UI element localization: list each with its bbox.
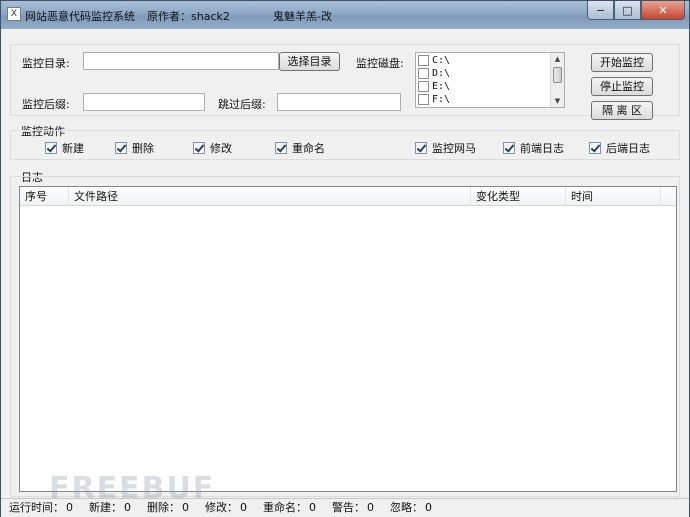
- disk-list[interactable]: C:\ D:\ E:\ F:\ ▲ ▼: [415, 52, 565, 108]
- skip-suffix-input[interactable]: [277, 93, 401, 111]
- column-header-time[interactable]: 时间: [566, 187, 661, 206]
- status-ignore-value: 0: [425, 501, 432, 514]
- checkmark-icon[interactable]: [115, 142, 127, 154]
- status-rename-label: 重命名：: [263, 501, 307, 514]
- checkmark-icon[interactable]: [503, 142, 515, 154]
- close-button[interactable]: ✕: [641, 1, 685, 20]
- app-icon: X: [7, 7, 21, 21]
- status-alert-value: 0: [367, 501, 374, 514]
- disk-item[interactable]: C:\: [418, 54, 450, 67]
- modifier-text: 鬼魅羊羔-改: [273, 10, 332, 23]
- status-rename-value: 0: [309, 501, 316, 514]
- scroll-thumb[interactable]: [553, 67, 562, 83]
- disk-item[interactable]: D:\: [418, 67, 450, 80]
- close-icon: ✕: [658, 3, 668, 17]
- monitor-dir-label: 监控目录:: [22, 57, 70, 70]
- maximize-icon: □: [622, 3, 633, 17]
- checkbox-webshell[interactable]: 监控网马: [415, 140, 476, 156]
- actions-panel: [10, 130, 680, 160]
- column-header-change-type[interactable]: 变化类型: [471, 187, 566, 206]
- minimize-button[interactable]: −: [587, 1, 614, 20]
- checkmark-icon[interactable]: [589, 142, 601, 154]
- checkbox-new[interactable]: 新建: [45, 140, 84, 156]
- window-controls: − □ ✕: [587, 1, 685, 21]
- status-alert-label: 警告：: [332, 501, 365, 514]
- status-new-value: 0: [124, 501, 131, 514]
- checkmark-icon[interactable]: [415, 142, 427, 154]
- checkbox-delete[interactable]: 删除: [115, 140, 154, 156]
- status-runtime-value: 0: [66, 501, 73, 514]
- log-table-header: 序号 文件路径 变化类型 时间: [20, 187, 676, 206]
- monitor-suffix-label: 监控后缀:: [22, 98, 70, 111]
- status-delete-label: 删除：: [147, 501, 180, 514]
- main-window: X 网站恶意代码监控系统 原作者：shack2 鬼魅羊羔-改 − □ ✕ 监控目…: [0, 0, 690, 517]
- checkmark-icon[interactable]: [275, 142, 287, 154]
- status-ignore-label: 忽略：: [390, 501, 423, 514]
- window-title: 网站恶意代码监控系统: [25, 10, 135, 23]
- checkbox-frontend-log[interactable]: 前端日志: [503, 140, 564, 156]
- status-runtime-label: 运行时间：: [9, 501, 64, 514]
- start-monitor-button[interactable]: 开始监控: [591, 53, 653, 72]
- disk-item[interactable]: F:\: [418, 93, 450, 106]
- maximize-button[interactable]: □: [614, 1, 641, 20]
- log-table[interactable]: 序号 文件路径 变化类型 时间: [19, 186, 677, 492]
- monitor-disk-label: 监控磁盘:: [356, 57, 404, 70]
- status-bar: 运行时间： 0 新建： 0 删除： 0 修改： 0 重命名： 0 警告： 0 忽略： 0: [1, 498, 689, 517]
- monitor-suffix-input[interactable]: [83, 93, 205, 111]
- scroll-up-icon[interactable]: ▲: [551, 53, 564, 65]
- disk-checkbox[interactable]: [418, 81, 429, 92]
- status-modify-label: 修改：: [205, 501, 238, 514]
- checkmark-icon[interactable]: [45, 142, 57, 154]
- title-bar[interactable]: X 网站恶意代码监控系统 原作者：shack2 鬼魅羊羔-改 − □ ✕: [1, 1, 689, 29]
- monitor-dir-input[interactable]: [83, 52, 279, 70]
- checkmark-icon[interactable]: [193, 142, 205, 154]
- select-dir-button[interactable]: 选择目录: [279, 52, 340, 71]
- stop-monitor-button[interactable]: 停止监控: [591, 77, 653, 96]
- author-text: 原作者：shack2: [147, 10, 230, 23]
- scroll-down-icon[interactable]: ▼: [551, 95, 564, 107]
- disk-list-scrollbar[interactable]: ▲ ▼: [550, 53, 564, 107]
- checkbox-rename[interactable]: 重命名: [275, 140, 325, 156]
- column-header-path[interactable]: 文件路径: [69, 187, 471, 206]
- skip-suffix-label: 跳过后缀:: [218, 98, 266, 111]
- column-header-index[interactable]: 序号: [20, 187, 69, 206]
- status-new-label: 新建：: [89, 501, 122, 514]
- isolate-zone-button[interactable]: 隔 离 区: [591, 101, 653, 120]
- checkbox-backend-log[interactable]: 后端日志: [589, 140, 650, 156]
- disk-item[interactable]: E:\: [418, 80, 450, 93]
- status-modify-value: 0: [240, 501, 247, 514]
- minimize-icon: −: [595, 3, 606, 17]
- status-delete-value: 0: [182, 501, 189, 514]
- disk-checkbox[interactable]: [418, 68, 429, 79]
- disk-checkbox[interactable]: [418, 55, 429, 66]
- checkbox-modify[interactable]: 修改: [193, 140, 232, 156]
- disk-checkbox[interactable]: [418, 94, 429, 105]
